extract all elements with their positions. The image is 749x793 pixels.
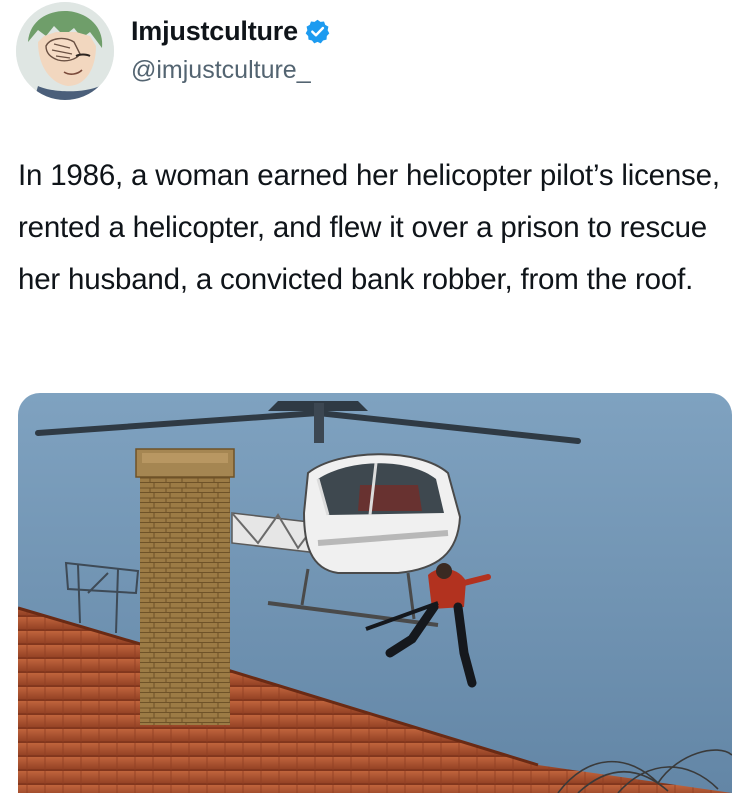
- author-display-name[interactable]: Imjustculture: [131, 16, 298, 47]
- author-name-row: Imjustculture: [131, 14, 331, 48]
- anime-character-avatar-icon: [16, 2, 114, 100]
- tweet-post: Imjustculture @imjustculture_ In 1986, a…: [0, 0, 749, 793]
- author-info: Imjustculture @imjustculture_: [131, 14, 331, 86]
- author-avatar[interactable]: [16, 2, 114, 100]
- tweet-text: In 1986, a woman earned her helicopter p…: [18, 159, 720, 296]
- verified-badge-icon: [304, 18, 331, 45]
- helicopter-over-prison-roof-photo: [18, 393, 732, 793]
- tweet-media-photo[interactable]: [18, 393, 732, 793]
- author-handle[interactable]: @imjustculture_: [131, 54, 331, 86]
